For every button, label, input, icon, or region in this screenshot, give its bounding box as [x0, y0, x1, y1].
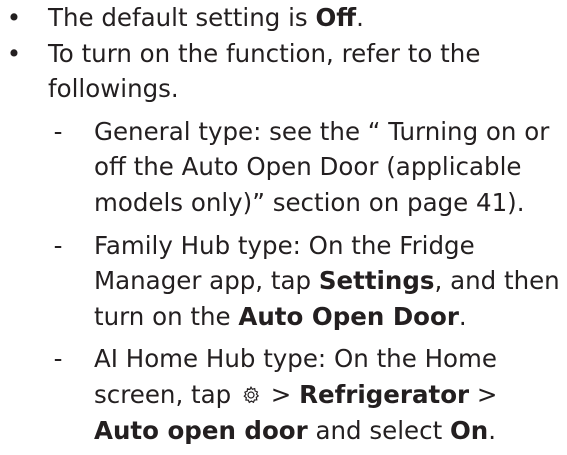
default-setting-text: The default setting is: [48, 3, 316, 32]
ai-home-hub-text: >: [262, 379, 300, 409]
sub-list: - General type: see the “ Turning on or o…: [48, 114, 561, 448]
general-type-text: General type: see the “ Turning on or of…: [94, 116, 550, 217]
ai-home-hub-text: .: [488, 415, 497, 445]
sub-item-family-hub-type: - Family Hub type: On the Fridge Manager …: [48, 228, 561, 335]
dash-mark: -: [53, 116, 63, 146]
list-item-default-setting: • The default setting is Off.: [0, 0, 567, 36]
list-item-turn-on: • To turn on the function, refer to the f…: [0, 36, 567, 449]
bullet-list: • The default setting is Off. • To turn on…: [0, 0, 567, 448]
bullet-mark: •: [6, 38, 22, 68]
gear-icon: [243, 385, 260, 404]
auto-open-door-label: Auto open door: [94, 415, 308, 445]
dash-mark: -: [53, 344, 63, 374]
turn-on-text: To turn on the function, refer to the fo…: [48, 38, 481, 104]
auto-open-door-label: Auto Open Door: [238, 301, 459, 331]
default-setting-value: Off: [315, 3, 357, 32]
sub-item-ai-home-hub-type: - AI Home Hub type: On the Home screen, t…: [48, 341, 561, 448]
ai-home-hub-text: >: [469, 379, 498, 409]
on-label: On: [449, 415, 489, 445]
instructions-page: • The default setting is Off. • To turn on…: [0, 0, 567, 455]
default-setting-period: .: [356, 3, 364, 32]
refrigerator-label: Refrigerator: [299, 379, 470, 409]
bullet-mark: •: [6, 3, 22, 32]
family-hub-text: .: [458, 301, 467, 331]
sub-item-general-type: - General type: see the “ Turning on or o…: [48, 114, 561, 221]
ai-home-hub-text: and select: [307, 415, 450, 445]
dash-mark: -: [53, 230, 63, 260]
settings-label: Settings: [318, 266, 435, 296]
